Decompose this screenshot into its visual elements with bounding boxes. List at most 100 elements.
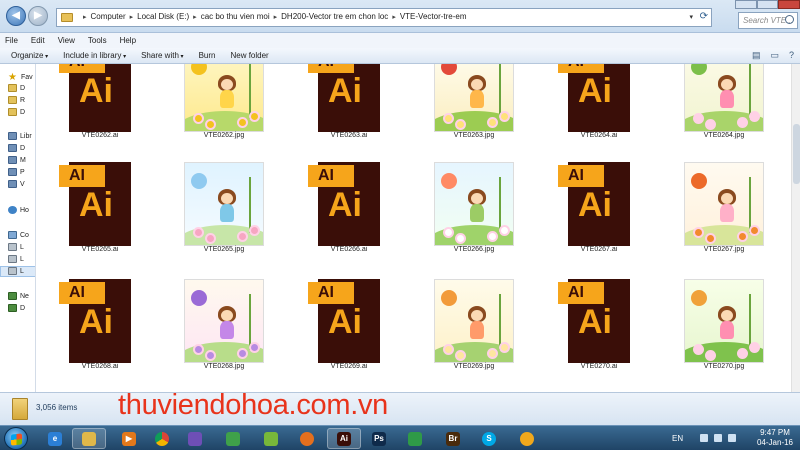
ai-big-label: Ai [578,303,612,341]
breadcrumb-item[interactable]: Local Disk (E:) [137,12,189,21]
nav-item[interactable]: P [8,168,25,176]
scrollbar-thumb[interactable] [793,124,800,184]
internet-explorer-taskbar-button[interactable]: e [38,428,72,449]
minimize-button[interactable] [735,0,757,9]
nav-item[interactable]: D [8,108,25,116]
teamviewer-taskbar-button[interactable] [510,428,544,449]
file-item[interactable]: AI Ai VTE0267.ai [544,162,654,272]
chevron-down-icon[interactable]: ▾ [689,13,693,21]
nav-item[interactable]: V [8,180,25,188]
nav-item[interactable]: Ne [8,292,29,300]
thumbnail-flower [207,352,214,359]
illustrator-taskbar-button[interactable]: Ai [327,428,361,449]
file-item[interactable]: AI Ai VTE0265.ai [45,162,155,272]
breadcrumb-item[interactable]: VTE-Vector-tre-em [400,12,467,21]
file-name: VTE0267.ai [580,246,618,253]
breadcrumb[interactable]: ▸ Computer ▸ Local Disk (E:) ▸ cac bo thu vie… [56,8,712,27]
refresh-icon[interactable]: ⟳ [700,11,708,22]
nav-item[interactable]: L [8,267,24,275]
share-with-button[interactable]: Share with [141,51,183,60]
file-explorer-taskbar-button[interactable] [72,428,106,449]
file-item[interactable]: AIAiVTE0264.ai [544,64,654,172]
corel-taskbar-button[interactable] [398,428,432,449]
breadcrumb-item[interactable]: cac bo thu vien moi [201,12,270,21]
include-in-library-button[interactable]: Include in library [63,51,126,60]
menu-help[interactable]: Help [120,36,136,45]
file-item[interactable]: AIAiVTE0262.ai [45,64,155,172]
file-item[interactable]: VTE0265.jpg [169,162,279,272]
file-item[interactable]: AI Ai VTE0266.ai [294,162,404,272]
file-item[interactable]: VTE0264.jpg [669,64,779,172]
nav-item[interactable]: D [8,84,25,92]
breadcrumb-separator-icon[interactable]: ▸ [274,13,278,21]
burn-button[interactable]: Burn [199,51,216,60]
thumbnail-flower [751,344,758,351]
thumbnail-accent-shape [441,173,457,189]
change-view-icon[interactable]: ▤ [752,50,761,61]
photoshop-taskbar-button[interactable]: Ps [362,428,396,449]
nav-item-label: L [20,267,24,275]
preview-pane-icon[interactable]: ▭ [770,50,779,61]
media-player-taskbar-button[interactable]: ▶ [112,428,146,449]
skype-taskbar-button[interactable]: S [472,428,506,449]
new-folder-button[interactable]: New folder [230,51,268,60]
chrome-taskbar-button[interactable] [145,428,179,449]
menu-edit[interactable]: Edit [31,36,45,45]
forward-button[interactable]: ▶ [28,6,48,26]
breadcrumb-separator-icon[interactable]: ▸ [83,13,87,21]
coccoc-taskbar-button[interactable] [216,428,250,449]
thumbnail-flower [501,344,508,351]
menu-view[interactable]: View [58,36,75,45]
help-icon[interactable]: ? [789,50,794,61]
organize-button[interactable]: Organize [11,51,48,60]
nav-item[interactable]: L [8,243,24,251]
nav-item[interactable]: L [8,255,24,263]
start-button[interactable] [4,427,28,450]
file-item[interactable]: VTE0269.jpg [419,279,529,389]
breadcrumb-separator-icon[interactable]: ▸ [193,13,197,21]
breadcrumb-separator-icon[interactable]: ▸ [392,13,396,21]
nav-item[interactable]: M [8,156,26,164]
clock[interactable]: 9:47 PM 04-Jan-16 [752,428,798,448]
nav-item[interactable]: ★ Fav [8,72,33,83]
nav-item[interactable]: Ho [8,206,29,214]
nav-item[interactable]: Co [8,231,29,239]
firefox-taskbar-button[interactable] [290,428,324,449]
file-item[interactable]: VTE0268.jpg [169,279,279,389]
file-item[interactable]: AI Ai VTE0268.ai [45,279,155,389]
file-item[interactable]: AI Ai VTE0270.ai [544,279,654,389]
menu-file[interactable]: File [5,36,18,45]
folder-icon [12,398,28,420]
nav-item[interactable]: D [8,304,25,312]
menu-tools[interactable]: Tools [88,36,107,45]
network-icon[interactable] [714,434,722,442]
volume-icon[interactable] [728,434,736,442]
nav-item[interactable]: R [8,96,25,104]
bridge-taskbar-button[interactable]: Br [436,428,470,449]
file-item[interactable]: VTE0263.jpg [419,64,529,172]
flag-icon[interactable] [700,434,708,442]
search-input[interactable]: Search VTE... [738,12,798,29]
breadcrumb-separator-icon[interactable]: ▸ [130,13,134,21]
back-button[interactable]: ◀ [6,6,26,26]
image-thumbnail [684,64,764,132]
file-item[interactable]: VTE0262.jpg [169,64,279,172]
breadcrumb-item[interactable]: DH200-Vector tre em chon loc [281,12,388,21]
file-item[interactable]: VTE0267.jpg [669,162,779,272]
breadcrumb-item[interactable]: Computer [91,12,126,21]
messenger-taskbar-button[interactable] [178,428,212,449]
navigation-pane: ★ Fav D R D Libr D M P V Ho Co L L L Ne D [0,64,36,392]
utorrent-taskbar-button[interactable] [254,428,288,449]
vertical-scrollbar[interactable] [791,64,800,392]
language-indicator[interactable]: EN [672,434,683,443]
close-button[interactable] [778,0,800,9]
nav-item[interactable]: D [8,144,25,152]
nav-item[interactable]: Libr [8,132,32,140]
file-item[interactable]: VTE0266.jpg [419,162,529,272]
file-item[interactable]: VTE0270.jpg [669,279,779,389]
file-item[interactable]: AI Ai VTE0269.ai [294,279,404,389]
ai-big-label: Ai [328,303,362,341]
file-item[interactable]: AIAiVTE0263.ai [294,64,404,172]
thumbnail-flower [195,346,202,353]
maximize-button[interactable] [756,0,779,9]
